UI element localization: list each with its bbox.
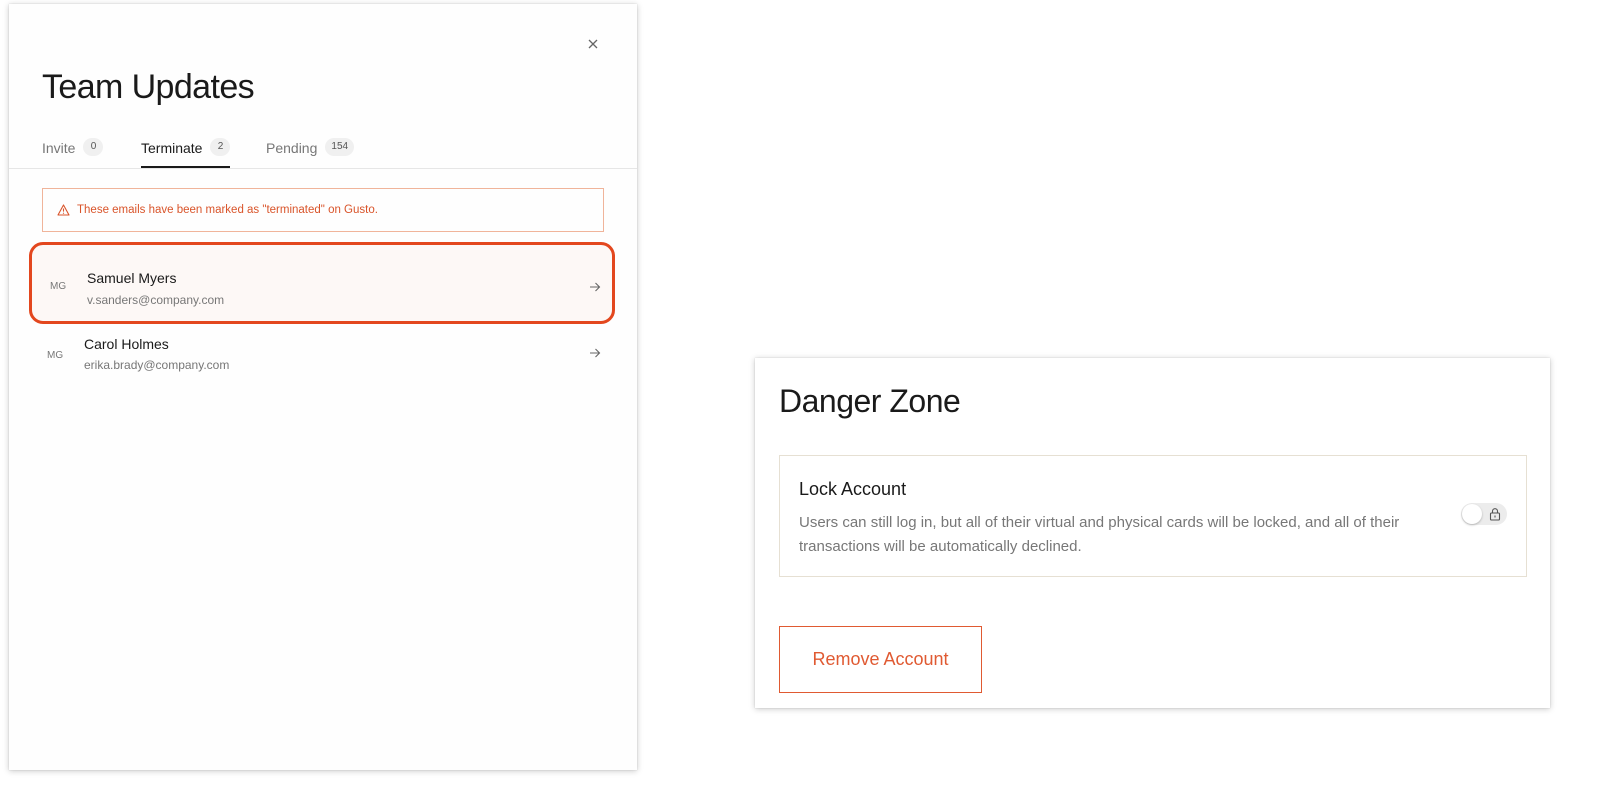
employee-email: v.sanders@company.com [87,293,225,307]
toggle-knob [1462,504,1482,524]
lock-account-toggle[interactable] [1461,503,1507,525]
remove-account-button[interactable]: Remove Account [779,626,982,693]
arrow-right-icon [589,345,601,361]
tab-label: Pending [266,140,318,156]
lock-account-title: Lock Account [799,479,907,499]
team-updates-modal: Team Updates Invite 0 Terminate 2 Pendin… [9,4,637,770]
warning-icon [57,204,70,216]
employee-name: Carol Holmes [84,336,169,352]
lock-account-description: Users can still log in, but all of their… [799,514,1400,555]
employee-name: Samuel Myers [87,270,177,286]
arrow-right-icon [589,279,601,295]
danger-zone-title: Danger Zone [779,383,961,419]
employee-email: erika.brady@company.com [84,358,230,372]
avatar: MG [47,350,64,361]
danger-zone-card: Danger Zone Lock Account Users can still… [755,358,1550,708]
tab-count-badge: 2 [210,138,231,156]
tab-count-badge: 0 [83,138,104,156]
avatar: MG [50,281,67,292]
employee-row-carol-holmes[interactable]: MG Carol Holmes erika.brady@company.com [29,326,615,398]
terminated-alert: These emails have been marked as "termin… [42,188,604,232]
tab-pending[interactable]: Pending 154 [266,138,355,168]
close-icon [588,39,598,49]
tab-label: Terminate [141,140,203,156]
lock-account-section: Lock Account Users can still log in, but… [779,455,1527,577]
employee-row-samuel-myers[interactable]: MG Samuel Myers v.sanders@company.com [29,242,615,324]
tab-label: Invite [42,140,76,156]
close-button[interactable] [583,34,603,54]
lock-icon [1489,508,1501,521]
tab-invite[interactable]: Invite 0 [42,138,104,168]
tab-bar: Invite 0 Terminate 2 Pending 154 [9,138,637,169]
modal-title: Team Updates [42,68,255,106]
alert-text: These emails have been marked as "termin… [77,204,378,216]
tab-count-badge: 154 [325,138,355,156]
tab-terminate[interactable]: Terminate 2 [141,138,231,168]
